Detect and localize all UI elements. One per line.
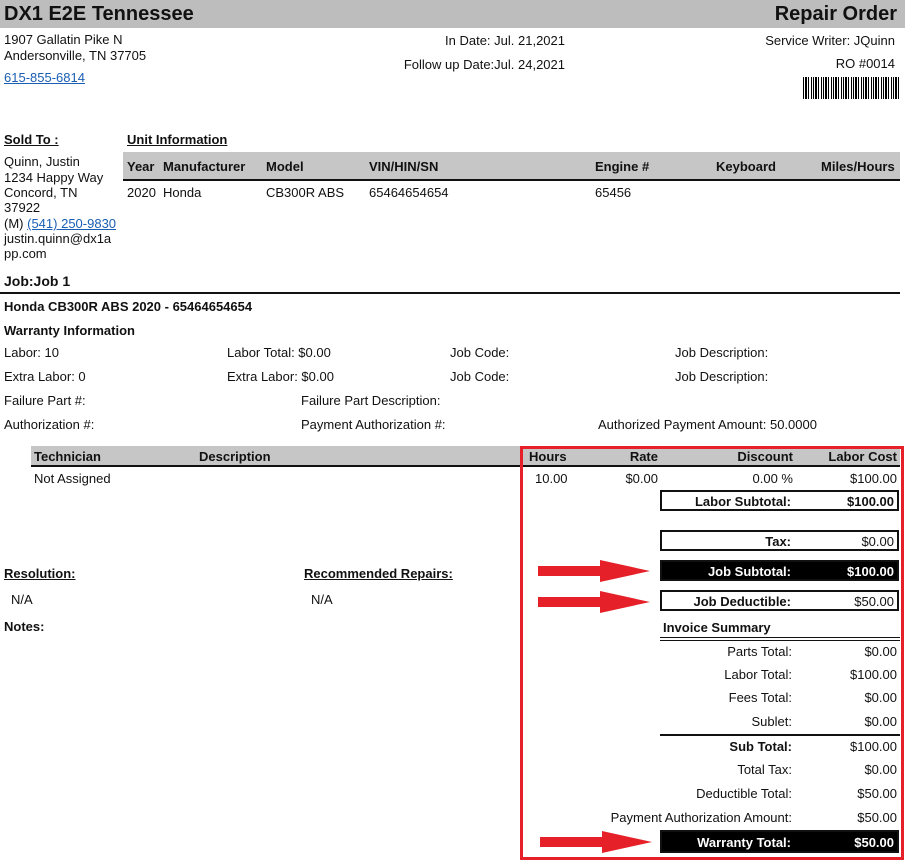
warranty-job-code-2: Job Code: (450, 369, 510, 384)
barcode (803, 77, 899, 99)
unit-model: CB300R ABS (266, 185, 345, 200)
warranty-authorization: Authorization #: (4, 417, 95, 432)
warranty-heading: Warranty Information (4, 323, 135, 338)
unit-engine: 65456 (595, 185, 632, 200)
unit-vin: 65464654654 (369, 185, 449, 200)
sold-to-heading: Sold To : (4, 132, 59, 147)
ro-number: RO #0014 (835, 56, 895, 71)
arrow-right-icon (538, 560, 650, 582)
resolution-value: N/A (11, 592, 33, 607)
sold-to-name: Quinn, Justin (4, 154, 80, 169)
notes-heading: Notes: (4, 619, 45, 634)
warranty-extra-labor-total: Extra Labor: $0.00 (227, 369, 334, 384)
unit-col-vin: VIN/HIN/SN (369, 159, 439, 174)
warranty-labor: Labor: 10 (4, 345, 59, 360)
warranty-labor-total: Labor Total: $0.00 (227, 345, 331, 360)
labor-col-description: Description (199, 449, 271, 464)
warranty-job-desc-2: Job Description: (675, 369, 769, 384)
labor-col-technician: Technician (34, 449, 101, 464)
unit-col-keyboard: Keyboard (716, 159, 776, 174)
warranty-extra-labor: Extra Labor: 0 (4, 369, 86, 384)
company-name: DX1 E2E Tennessee (4, 3, 194, 25)
sold-to-email-2: pp.com (4, 246, 47, 261)
unit-manufacturer: Honda (163, 185, 202, 200)
sold-to-zip: 37922 (4, 200, 41, 215)
labor-technician: Not Assigned (34, 471, 111, 486)
service-writer: Service Writer: JQuinn (765, 33, 895, 48)
follow-up-date: Follow up Date:Jul. 24,2021 (403, 57, 565, 72)
job-divider (0, 292, 900, 294)
sold-to-phone-link[interactable]: (541) 250-9830 (27, 216, 116, 231)
arrow-right-icon (540, 831, 652, 853)
unit-col-engine: Engine # (595, 159, 650, 174)
sold-to-city: Concord, TN (4, 185, 78, 200)
company-phone-link[interactable]: 615-855-6814 (4, 70, 85, 85)
warranty-authorized-amount: Authorized Payment Amount: 50.0000 (598, 417, 817, 432)
document-title: Repair Order (774, 3, 897, 25)
highlight-frame (520, 446, 904, 860)
company-address-line1: 1907 Gallatin Pike N (4, 32, 123, 47)
arrow-right-icon (538, 591, 650, 613)
warranty-payment-authorization: Payment Authorization #: (301, 417, 446, 432)
warranty-job-code-1: Job Code: (450, 345, 510, 360)
unit-info-heading: Unit Information (127, 132, 228, 147)
in-date: In Date: Jul. 21,2021 (445, 33, 565, 48)
warranty-failure-part: Failure Part #: (4, 393, 86, 408)
company-address-line2: Andersonville, TN 37705 (4, 48, 147, 63)
warranty-job-desc-1: Job Description: (675, 345, 769, 360)
job-vehicle: Honda CB300R ABS 2020 - 65464654654 (4, 299, 253, 314)
sold-to-email-1: justin.quinn@dx1a (4, 231, 112, 246)
warranty-failure-part-desc: Failure Part Description: (301, 393, 441, 408)
unit-col-year: Year (127, 159, 155, 174)
unit-col-model: Model (266, 159, 304, 174)
unit-col-manufacturer: Manufacturer (163, 159, 246, 174)
unit-year: 2020 (127, 185, 156, 200)
resolution-heading: Resolution: (4, 566, 76, 581)
sold-to-phone-row: (M) (541) 250-9830 (4, 216, 116, 231)
recommended-heading: Recommended Repairs: (304, 566, 453, 581)
job-title: Job:Job 1 (4, 273, 71, 289)
recommended-value: N/A (311, 592, 333, 607)
phone-type: (M) (4, 216, 24, 231)
unit-col-miles: Miles/Hours (821, 159, 895, 174)
sold-to-street: 1234 Happy Way (4, 170, 104, 185)
